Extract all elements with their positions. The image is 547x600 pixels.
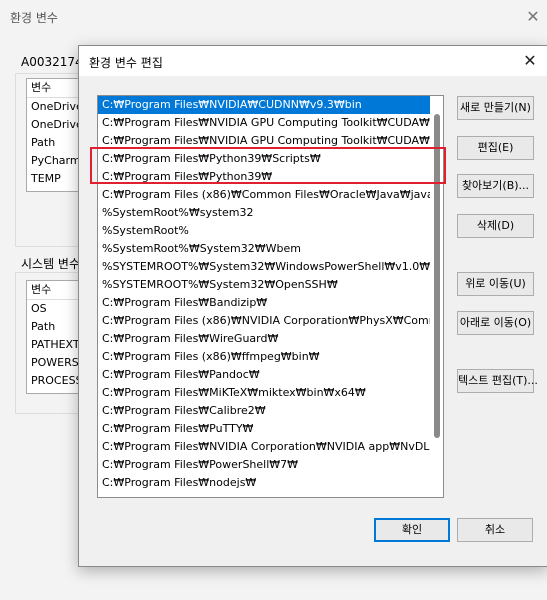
path-entry[interactable]: C:₩Program Files₩nodejs₩: [98, 474, 430, 492]
user-var-item[interactable]: TEMP: [27, 170, 85, 188]
path-entry[interactable]: %SYSTEMROOT%₩System32₩WindowsPowerShell₩…: [98, 258, 430, 276]
system-var-item[interactable]: PATHEXT: [27, 336, 85, 354]
dialog-title: 환경 변수 편집: [89, 56, 163, 70]
python-paths-highlight: [90, 147, 446, 184]
cancel-button[interactable]: 취소: [457, 518, 533, 542]
edit-text-button[interactable]: 텍스트 편집(T)...: [457, 369, 538, 393]
path-entry[interactable]: C:₩Program Files₩Calibre2₩: [98, 402, 430, 420]
path-entry[interactable]: C:₩Program Files₩NVIDIA GPU Computing To…: [98, 114, 430, 132]
system-vars-list: 변수 OS Path PATHEXT POWERSH PROCESSO: [26, 280, 86, 394]
path-entry[interactable]: C:₩Program Files₩PuTTY₩: [98, 420, 430, 438]
path-entry[interactable]: C:₩Program Files (x86)₩ffmpeg₩bin₩: [98, 348, 430, 366]
user-vars-list: 변수 OneDrive OneDriveC Path PyCharm C TEM…: [26, 78, 86, 192]
path-entry[interactable]: C:₩Program Files₩MiKTeX₩miktex₩bin₩x64₩: [98, 384, 430, 402]
path-entry[interactable]: C:₩Program Files₩Pandoc₩: [98, 366, 430, 384]
system-vars-header[interactable]: 변수: [27, 281, 85, 300]
path-entry[interactable]: %SystemRoot%: [98, 222, 430, 240]
user-vars-header[interactable]: 변수: [27, 79, 85, 98]
env-vars-title: 환경 변수: [10, 11, 58, 25]
edit-env-var-dialog: 환경 변수 편집 ✕ C:₩Program Files₩NVIDIA₩CUDNN…: [78, 45, 547, 567]
close-icon[interactable]: ✕: [522, 6, 544, 28]
path-entry[interactable]: C:₩Program Files₩NVIDIA Corporation₩NVID…: [98, 438, 430, 456]
user-var-item[interactable]: PyCharm C: [27, 152, 85, 170]
path-entry[interactable]: %SystemRoot%₩system32: [98, 204, 430, 222]
ok-button[interactable]: 확인: [374, 518, 450, 542]
system-var-item[interactable]: POWERSH: [27, 354, 85, 372]
path-entry[interactable]: %SystemRoot%₩System32₩Wbem: [98, 240, 430, 258]
move-up-button[interactable]: 위로 이동(U): [457, 272, 534, 296]
path-entry[interactable]: %SYSTEMROOT%₩System32₩OpenSSH₩: [98, 276, 430, 294]
system-var-item[interactable]: OS: [27, 300, 85, 318]
close-icon[interactable]: ✕: [519, 50, 541, 72]
path-entry[interactable]: C:₩Program Files₩Bandizip₩: [98, 294, 430, 312]
user-var-item[interactable]: Path: [27, 134, 85, 152]
dialog-titlebar: 환경 변수 편집 ✕: [79, 46, 547, 76]
system-var-item[interactable]: Path: [27, 318, 85, 336]
path-entry[interactable]: C:₩Program Files₩PowerShell₩7₩: [98, 456, 430, 474]
delete-button[interactable]: 삭제(D): [457, 214, 534, 238]
browse-button[interactable]: 찾아보기(B)...: [457, 174, 534, 198]
system-var-item[interactable]: PROCESSO: [27, 372, 85, 390]
path-entry[interactable]: C:₩Program Files (x86)₩NVIDIA Corporatio…: [98, 312, 430, 330]
new-button[interactable]: 새로 만들기(N): [457, 96, 534, 120]
edit-button[interactable]: 편집(E): [457, 136, 534, 160]
user-var-item[interactable]: OneDriveC: [27, 116, 85, 134]
move-down-button[interactable]: 아래로 이동(O): [457, 311, 534, 335]
system-vars-label: 시스템 변수: [21, 257, 81, 271]
path-entry[interactable]: C:₩Program Files₩NVIDIA₩CUDNN₩v9.3₩bin: [98, 96, 430, 114]
path-entry[interactable]: C:₩Program Files (x86)₩Common Files₩Orac…: [98, 186, 430, 204]
env-vars-titlebar: 환경 변수 ✕: [0, 0, 547, 34]
path-entry[interactable]: C:₩Program Files₩WireGuard₩: [98, 330, 430, 348]
user-var-item[interactable]: OneDrive: [27, 98, 85, 116]
